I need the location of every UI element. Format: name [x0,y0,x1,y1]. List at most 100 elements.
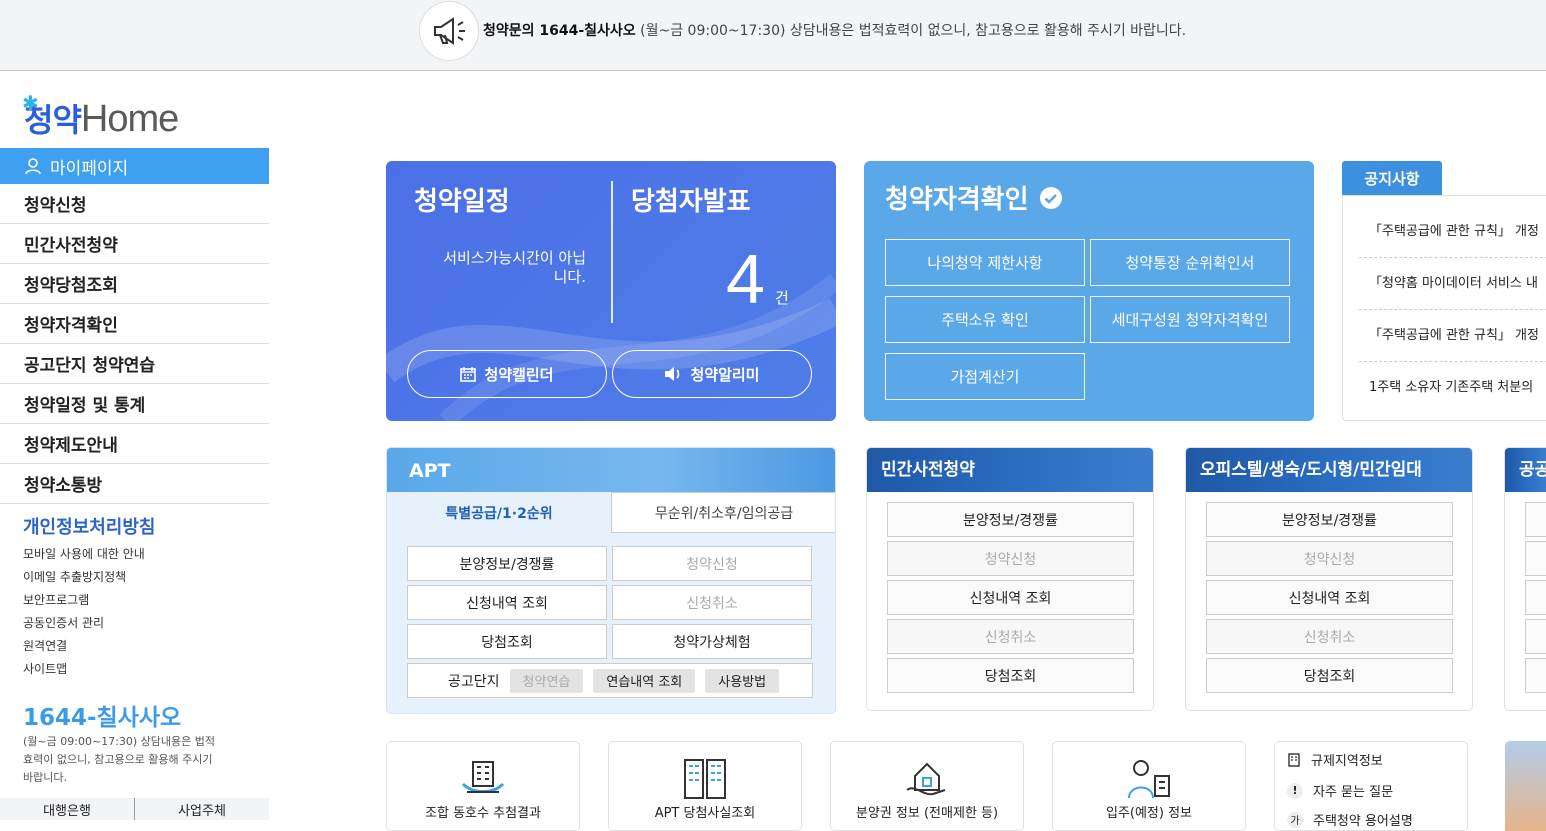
account-rank-button[interactable]: 청약통장 순위확인서 [1090,239,1290,286]
practice-chip[interactable]: 청약연습 [509,668,584,693]
pre-sale-apply-button[interactable]: 청약신청 [887,541,1134,576]
household-qualification-button[interactable]: 세대구성원 청약자격확인 [1090,296,1290,343]
officetel-title: 오피스텔/생숙/도시형/민간임대 [1186,448,1472,492]
sidebar-item-qualification[interactable]: 청약자격확인 [0,304,269,344]
notice-item[interactable]: 「주택공급에 관한 규칙」 개정 [1359,206,1546,258]
service-card-presale-right[interactable]: 분양권 정보 (전매제한 등) [830,741,1024,831]
practice-history-chip[interactable]: 연습내역 조회 [593,668,696,693]
public-btn[interactable] [1525,658,1546,693]
apt-sale-info-button[interactable]: 분양정보/경쟁률 [407,546,607,581]
winner-count[interactable]: 4 [726,239,765,319]
public-btn[interactable] [1525,580,1546,615]
calendar-button[interactable]: 청약캘린더 [407,350,607,398]
officetel-history-button[interactable]: 신청내역 조회 [1206,580,1453,615]
service-label: 조합 동호수 추첨결과 [425,806,541,821]
notice-item[interactable]: 「청약홈 마이데이터 서비스 내 [1359,258,1546,310]
sidebar-item-winner-lookup[interactable]: 청약당첨조회 [0,264,269,304]
exclamation-icon: ! [1287,782,1303,799]
public-btn[interactable] [1525,619,1546,654]
sidebar-item-practice[interactable]: 공고단지 청약연습 [0,344,269,384]
apt-tabs: 특별공급/1·2순위 무순위/취소후/임의공급 [387,492,835,533]
sidebar-item-community[interactable]: 청약소통방 [0,464,269,504]
notice-item[interactable]: 「주택공급에 관한 규칙」 개정 [1359,310,1546,362]
apartment-icon [684,759,726,799]
officetel-info-button[interactable]: 분양정보/경쟁률 [1206,502,1453,537]
pre-sale-info-button[interactable]: 분양정보/경쟁률 [887,502,1134,537]
officetel-apply-button[interactable]: 청약신청 [1206,541,1453,576]
top-notice-bar: 청약문의 1644-칠사사오 (월~금 09:00~17:30) 상담내용은 법… [0,0,1546,71]
apt-history-button[interactable]: 신청내역 조회 [407,585,607,620]
apt-card: APT 특별공급/1·2순위 무순위/취소후/임의공급 분양정보/경쟁률 청약신… [386,447,836,714]
tab-no-rank[interactable]: 무순위/취소후/임의공급 [611,492,835,533]
winner-announce-title[interactable]: 당첨자발표 [631,181,751,218]
service-card-apt-winner[interactable]: APT 당첨사실조회 [608,741,802,831]
regulated-area-link[interactable]: 규제지역정보 [1287,750,1383,769]
service-card-lottery[interactable]: 조합 동호수 추첨결과 [386,741,580,831]
promo-banner[interactable] [1505,741,1546,831]
building-lottery-icon [461,761,505,793]
pre-sale-history-button[interactable]: 신청내역 조회 [887,580,1134,615]
public-title: 공공 [1505,448,1546,492]
officetel-winner-button[interactable]: 당첨조회 [1206,658,1453,693]
speaker-icon [665,367,680,381]
building-icon [1288,752,1300,767]
practice-row: 공고단지 청약연습 연습내역 조회 사용방법 [407,663,813,698]
officetel-card: 오피스텔/생숙/도시형/민간임대 분양정보/경쟁률 청약신청 신청내역 조회 신… [1185,447,1473,711]
notice-list: 「주택공급에 관한 규칙」 개정 「청약홈 마이데이터 서비스 내 「주택공급에… [1342,195,1546,421]
service-unavailable-msg: 서비스가능시간이 아닙니다. [443,249,586,286]
notice-item[interactable]: 1주택 소유자 기존주택 처분의 [1359,362,1546,414]
quick-links-card: 규제지역정보 ! 자주 묻는 질문 가 주택청약 용어설명 [1274,741,1468,831]
apt-apply-button[interactable]: 청약신청 [612,546,812,581]
usage-guide-chip[interactable]: 사용방법 [705,668,780,693]
calendar-button-label: 청약캘린더 [484,365,554,384]
officetel-cancel-button[interactable]: 신청취소 [1206,619,1453,654]
qualification-title[interactable]: 청약자격확인 [885,179,1063,216]
privacy-policy-link[interactable]: 개인정보처리방침 [23,513,155,539]
sidebar-item-apply[interactable]: 청약신청 [0,184,269,224]
logo-english: Home [80,98,179,140]
notice-tab[interactable]: 공지사항 [1342,161,1442,195]
security-program-link[interactable]: 보안프로그램 [23,592,145,615]
house-hand-icon [906,762,946,796]
sidebar-item-system-guide[interactable]: 청약제도안내 [0,424,269,464]
winner-count-unit: 건 [775,289,789,307]
pre-sale-cancel-button[interactable]: 신청취소 [887,619,1134,654]
card-divider [611,181,613,323]
calendar-icon [460,367,477,382]
pre-sale-title: 민간사전청약 [867,448,1153,492]
sidebar-item-mypage[interactable]: 마이페이지 [0,148,269,184]
tab-special-supply[interactable]: 특별공급/1·2순위 [387,492,611,533]
remote-link[interactable]: 원격연결 [23,638,145,661]
public-btn[interactable] [1525,502,1546,537]
megaphone-icon [419,1,479,61]
pre-sale-winner-button[interactable]: 당첨조회 [887,658,1134,693]
apt-winner-button[interactable]: 당첨조회 [407,624,607,659]
apt-virtual-button[interactable]: 청약가상체험 [612,624,812,659]
apt-cancel-button[interactable]: 신청취소 [612,585,812,620]
faq-link[interactable]: ! 자주 묻는 질문 [1287,781,1393,800]
schedule-title[interactable]: 청약일정 [414,181,510,218]
public-btn[interactable] [1525,541,1546,576]
sidebar-mypage-label: 마이페이지 [50,158,129,179]
mobile-guide-link[interactable]: 모바일 사용에 대한 안내 [23,546,145,569]
business-entity-tab[interactable]: 사업주체 [135,798,269,820]
sidebar-item-schedule-stats[interactable]: 청약일정 및 통계 [0,384,269,424]
sitemap-link[interactable]: 사이트맵 [23,661,145,684]
agency-bank-tab[interactable]: 대행은행 [0,798,135,820]
certificate-link[interactable]: 공동인증서 관리 [23,615,145,638]
qualification-card: 청약자격확인 나의청약 제한사항 청약통장 순위확인서 주택소유 확인 세대구성… [864,161,1314,421]
service-label: APT 당첨사실조회 [654,806,756,821]
person-building-icon [1128,760,1170,799]
faq-label: 자주 묻는 질문 [1313,785,1394,800]
alarm-button[interactable]: 청약알리미 [612,350,812,398]
email-policy-link[interactable]: 이메일 추출방지정책 [23,569,145,592]
house-ownership-button[interactable]: 주택소유 확인 [885,296,1085,343]
service-label: 분양권 정보 (전매제한 등) [855,806,999,821]
service-card-move-in[interactable]: 입주(예정) 정보 [1052,741,1246,831]
top-notice-phone: 청약문의 1644-칠사사오 [483,23,636,39]
site-logo[interactable]: ✱ 청약Home [22,93,179,141]
score-calculator-button[interactable]: 가점계산기 [885,353,1085,400]
apt-title: APT [387,448,835,492]
my-restriction-button[interactable]: 나의청약 제한사항 [885,239,1085,286]
sidebar-item-pre-sale[interactable]: 민간사전청약 [0,224,269,264]
